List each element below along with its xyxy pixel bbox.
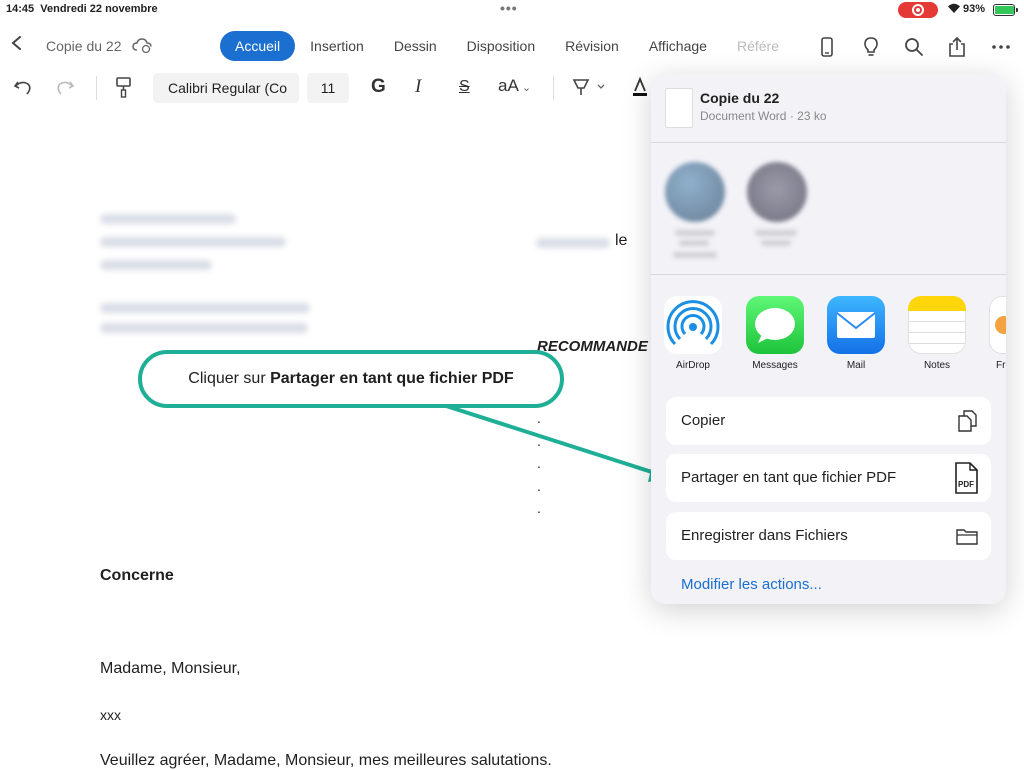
body-text: xxx [100,707,121,723]
callout-bold-text: Partager en tant que fichier PDF [270,370,514,387]
pdf-icon: PDF [955,462,978,494]
app-label: Fr [996,360,1006,371]
lightbulb-icon[interactable] [860,36,882,58]
ribbon-tabs: Accueil Insertion Dessin Disposition Rév… [220,31,794,61]
more-options-icon[interactable] [990,36,1012,58]
contact-name [673,252,717,258]
share-app-airdrop[interactable]: AirDrop [664,296,722,371]
contact-name [675,230,715,236]
toolbar-divider [96,76,97,100]
contact-name [755,230,797,236]
change-case-button[interactable]: aA ⌄ [498,76,531,96]
address-line: . [537,410,541,426]
divider [651,274,1006,275]
tab-affichage[interactable]: Affichage [634,31,722,61]
redo-icon[interactable] [54,76,76,98]
action-label: Partager en tant que fichier PDF [681,469,897,486]
font-color-icon[interactable] [631,76,649,98]
strikethrough-button[interactable]: S [459,78,470,96]
share-app-notes[interactable]: Notes [908,296,966,371]
highlighter-icon[interactable] [571,76,607,98]
tab-accueil[interactable]: Accueil [220,31,296,61]
divider [651,142,1006,143]
app-label: AirDrop [676,360,710,371]
device-view-icon[interactable] [816,36,838,58]
share-sheet: Copie du 22 Document Word · 23 ko AirDro… [651,74,1006,604]
bold-button[interactable]: G [371,76,386,98]
undo-icon[interactable] [12,76,34,98]
battery-icon [993,4,1018,16]
closing-text: Veuillez agréer, Madame, Monsieur, mes m… [100,752,552,769]
action-label: Copier [681,412,726,429]
contact-avatar[interactable] [747,162,807,222]
callout-text: Cliquer sur [188,370,271,387]
address-line: . [537,455,541,471]
action-save-to-files[interactable]: Enregistrer dans Fichiers [666,512,991,560]
app-label: Notes [923,360,951,371]
redacted-sender-email [100,323,308,333]
messages-icon [746,296,804,354]
toolbar-divider [553,76,554,100]
address-line: . [537,500,541,516]
tab-insertion[interactable]: Insertion [295,31,379,61]
greeting-text: Madame, Monsieur, [100,660,241,677]
concerne-heading: Concerne [100,567,174,584]
redacted-sender-address [100,237,286,247]
action-share-as-pdf[interactable]: Partager en tant que fichier PDF PDF [666,454,991,502]
search-icon[interactable] [903,36,925,58]
address-line: . [537,433,541,449]
cloud-sync-icon[interactable] [132,37,152,53]
ribbon-tab-row: Copie du 22 Accueil Insertion Dessin Dis… [0,26,1024,66]
redacted-place [536,238,610,248]
mail-icon [827,296,885,354]
back-chevron-icon[interactable] [10,36,24,50]
contact-name [679,240,709,246]
font-size-field[interactable]: 11 [307,73,349,103]
folder-icon [956,529,978,545]
app-label: Mail [846,360,866,371]
modify-actions-link[interactable]: Modifier les actions... [681,576,822,593]
action-copier[interactable]: Copier [666,397,991,445]
screen-recording-icon[interactable] [898,2,938,18]
tab-disposition[interactable]: Disposition [452,31,550,61]
share-icon[interactable] [946,36,968,58]
tab-dessin[interactable]: Dessin [379,31,452,61]
redacted-sender-name [100,214,236,224]
redacted-sender-phone [100,303,310,313]
date-line-suffix: le [615,232,628,249]
contact-name [761,240,791,246]
svg-text:PDF: PDF [958,480,974,489]
tab-revision[interactable]: Révision [550,31,634,61]
notes-icon [908,296,966,354]
freeform-icon [989,296,1006,354]
airdrop-icon [664,296,722,354]
share-app-freeform[interactable]: Fr [989,296,1006,371]
document-thumbnail [665,88,693,128]
action-label: Enregistrer dans Fichiers [681,527,848,544]
wifi-icon [947,2,961,17]
copy-icon [958,410,977,432]
share-app-mail[interactable]: Mail [827,296,885,371]
app-label: Messages [752,360,798,371]
instruction-callout: Cliquer sur Partager en tant que fichier… [138,350,564,408]
share-sheet-header: Copie du 22 Document Word · 23 ko [651,74,1006,142]
multitasking-dots-icon[interactable]: ••• [500,0,518,16]
status-bar: 14:45 Vendredi 22 novembre ••• 93% [0,0,1024,20]
contact-avatar[interactable] [665,162,725,222]
share-doc-title: Copie du 22 [700,90,780,106]
italic-button[interactable]: I [415,76,421,98]
battery-percent: 93% [963,3,986,15]
document-title[interactable]: Copie du 22 [46,38,122,54]
share-doc-subtitle: Document Word · 23 ko [700,109,827,123]
font-name-field[interactable]: Calibri Regular (Co [153,73,299,103]
tab-references[interactable]: Référe [722,31,794,61]
recommande-label: RECOMMANDE [537,338,648,355]
redacted-sender-city [100,260,212,270]
share-app-messages[interactable]: Messages [746,296,804,371]
format-painter-icon[interactable] [114,76,134,98]
address-line: . [537,478,541,494]
status-datetime: 14:45 Vendredi 22 novembre [6,3,158,15]
